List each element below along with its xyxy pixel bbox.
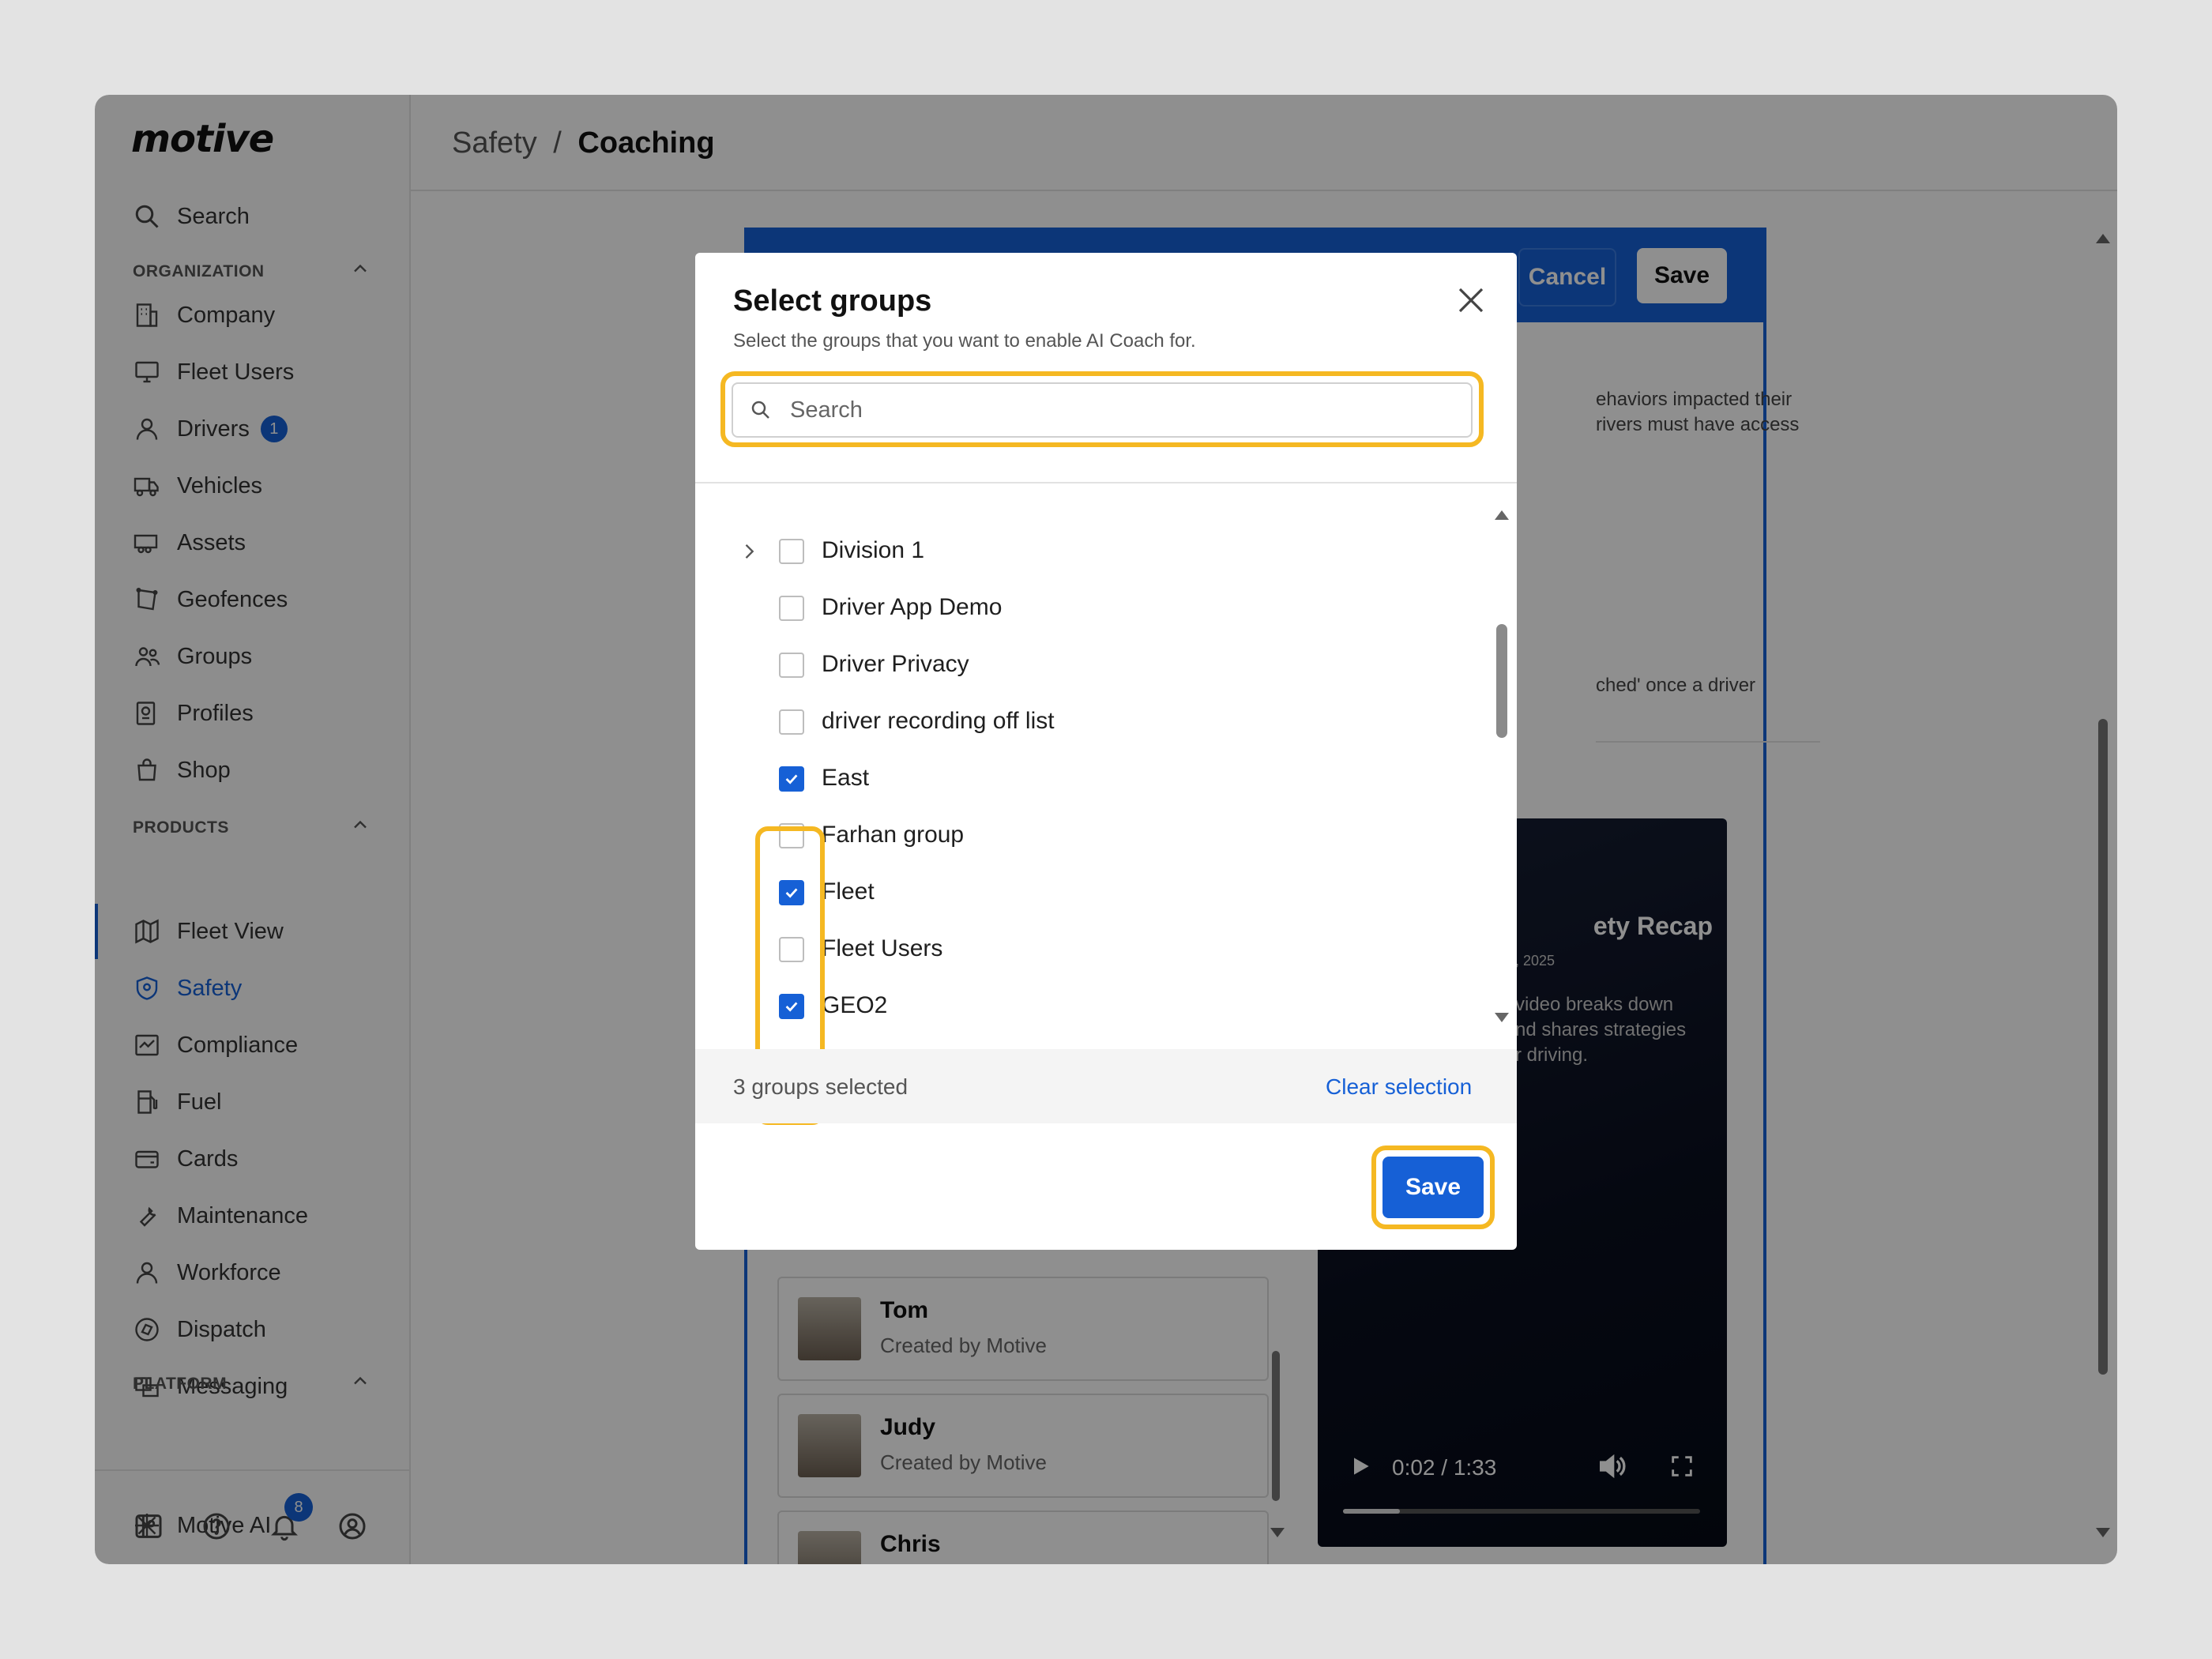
modal-subtitle: Select the groups that you want to enabl…: [733, 330, 1196, 352]
search-highlight: [720, 371, 1484, 447]
group-label: East: [822, 765, 870, 791]
divider: [695, 482, 1517, 483]
scroll-up-icon[interactable]: [1495, 510, 1509, 520]
group-search-field[interactable]: [732, 382, 1473, 438]
scroll-down-icon[interactable]: [1495, 1013, 1509, 1022]
group-label: GEO2: [822, 992, 888, 1018]
modal-title: Select groups: [733, 284, 932, 318]
select-groups-modal: Select groups Select the groups that you…: [695, 253, 1517, 1250]
search-icon: [751, 401, 769, 419]
close-icon[interactable]: [1452, 281, 1490, 319]
list-item[interactable]: driver recording off list: [695, 694, 1485, 750]
checkbox[interactable]: [779, 709, 804, 735]
clear-selection-link[interactable]: Clear selection: [1326, 1074, 1472, 1100]
checkbox[interactable]: [779, 766, 804, 792]
checkbox[interactable]: [779, 539, 804, 564]
check-icon: [785, 774, 798, 784]
selected-count: 3 groups selected: [733, 1074, 908, 1099]
list-item[interactable]: Driver Privacy: [695, 637, 1485, 694]
checkbox[interactable]: [779, 596, 804, 621]
group-label: driver recording off list: [822, 708, 1055, 734]
save-highlight: Save: [1371, 1146, 1495, 1229]
group-label: Fleet Users: [822, 935, 943, 961]
list-item[interactable]: Division 1: [695, 523, 1485, 580]
search-input[interactable]: [788, 396, 1439, 424]
group-label: Fleet: [822, 878, 875, 905]
modal-save-button[interactable]: Save: [1382, 1157, 1484, 1218]
list-item[interactable]: East: [695, 750, 1485, 807]
checkbox[interactable]: [779, 653, 804, 678]
chevron-right-icon[interactable]: [738, 540, 760, 562]
group-label: Driver Privacy: [822, 651, 969, 677]
group-label: Division 1: [822, 537, 925, 563]
group-label: Farhan group: [822, 822, 965, 848]
group-list-scrollbar[interactable]: [1496, 624, 1507, 738]
group-label: Driver App Demo: [822, 594, 1003, 620]
list-item[interactable]: Driver App Demo: [695, 580, 1485, 637]
app-window: motive Search ORGANIZATION Company Fleet …: [95, 95, 2117, 1564]
